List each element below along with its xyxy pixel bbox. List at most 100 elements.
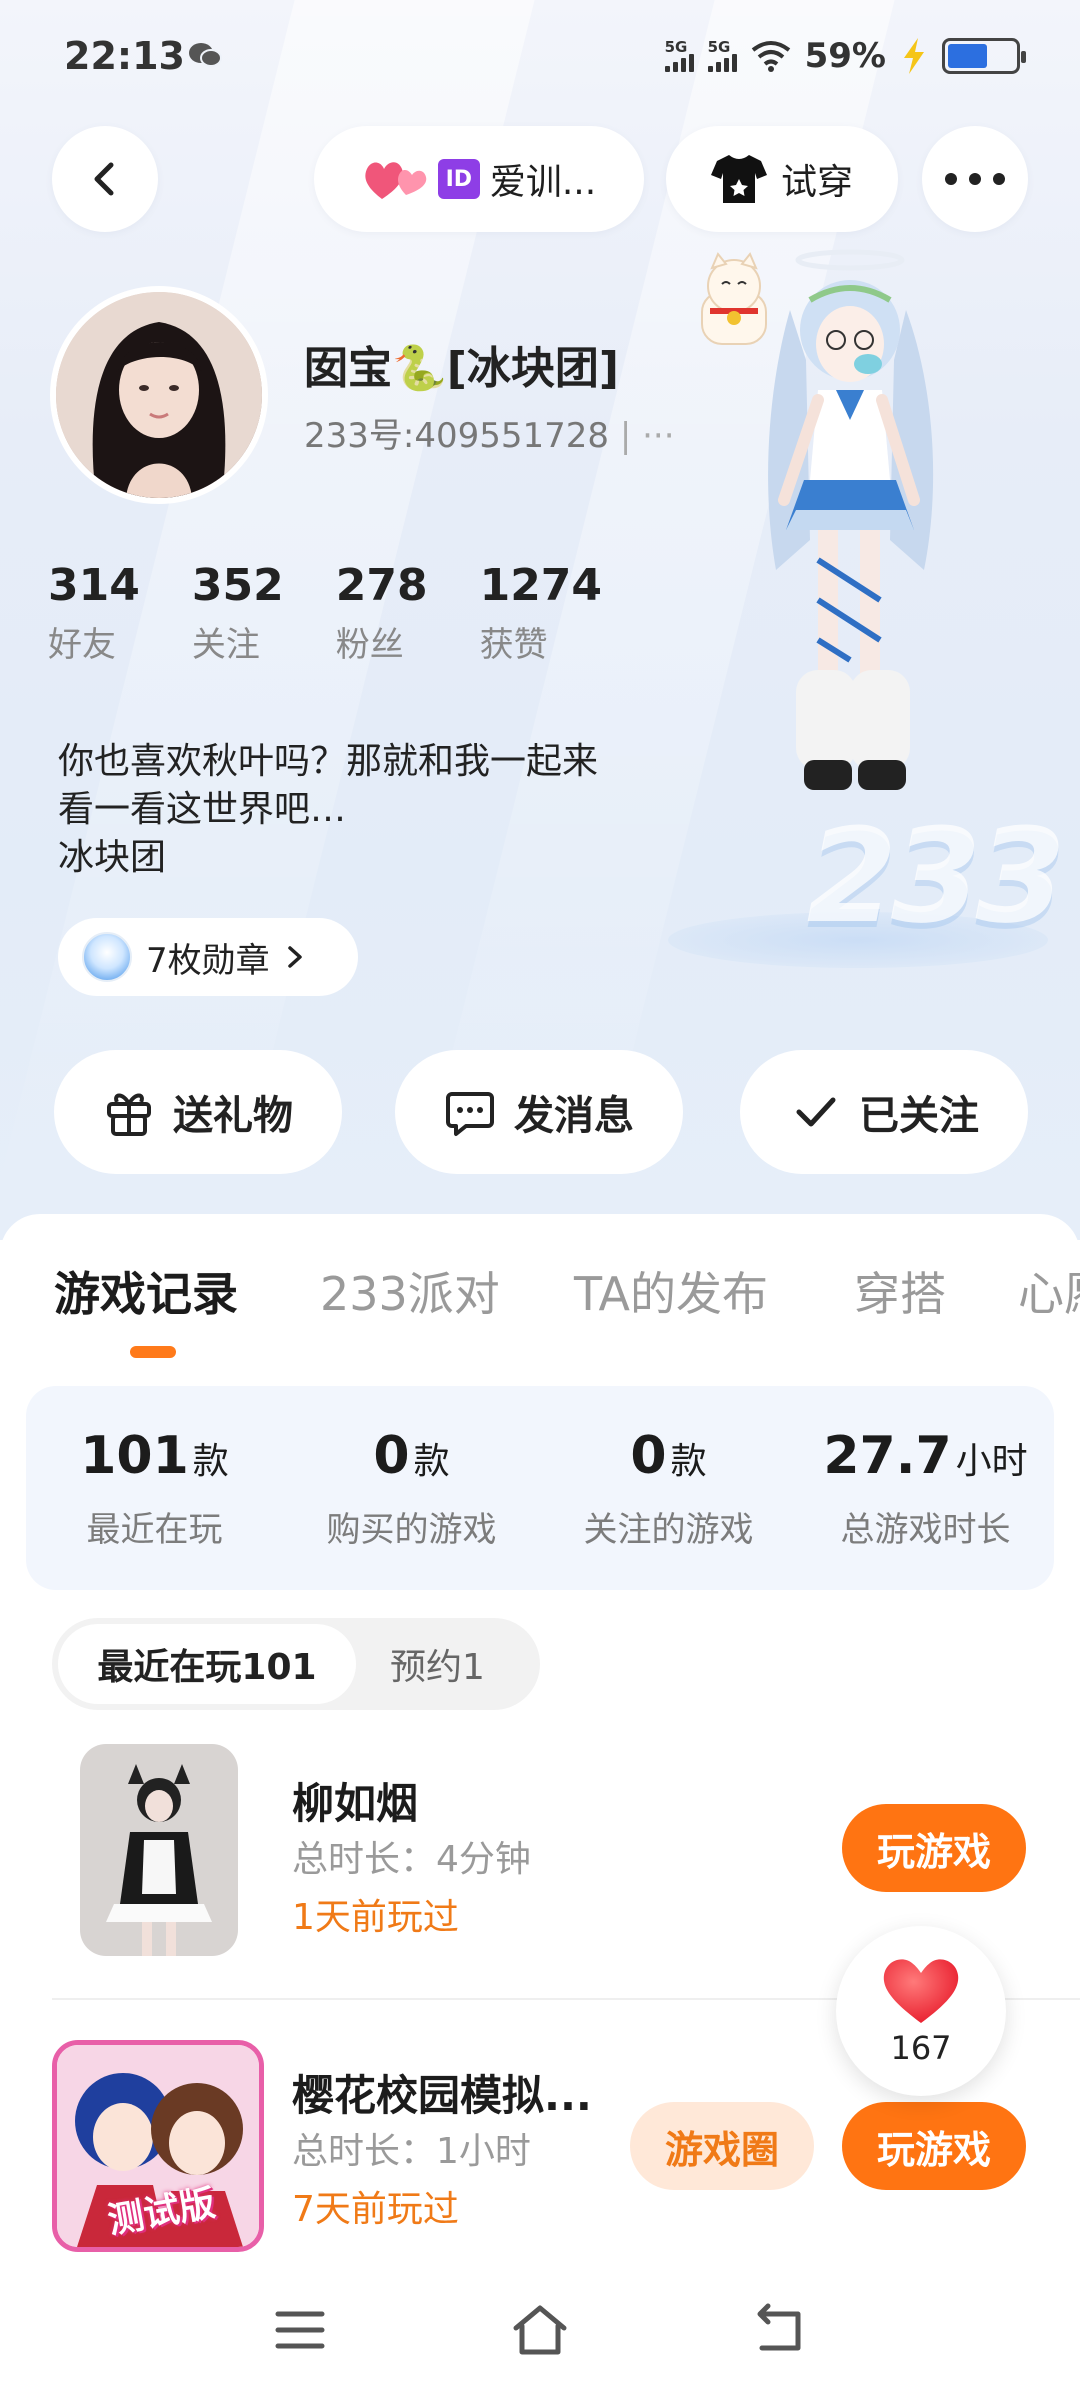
user-id-line[interactable]: 233号:409551728 | ··· (304, 408, 675, 457)
avatar-3d-character[interactable] (700, 240, 1000, 940)
profile-actions: 送礼物 发消息 已关注 (54, 1050, 1028, 1174)
summary-purchased[interactable]: 0款 购买的游戏 (283, 1386, 540, 1590)
like-count: 167 (890, 2029, 952, 2067)
segment-reserved[interactable]: 预约1 (390, 1618, 485, 1710)
game-last-played: 1天前玩过 (292, 1897, 459, 1938)
game-duration: 总时长：4分钟 (292, 1839, 531, 1880)
summary-value: 0 (630, 1425, 667, 1486)
hearts-icon (365, 162, 427, 199)
chevron-right-icon (287, 946, 302, 968)
game-circle-button[interactable]: 游戏圈 (630, 2102, 814, 2190)
home-icon[interactable] (508, 2298, 572, 2362)
following-label: 已关注 (859, 1093, 979, 1139)
tab-game-records[interactable]: 游戏记录 (54, 1258, 238, 1324)
active-tab-indicator (130, 1346, 176, 1358)
segment-recent[interactable]: 最近在玩101 (58, 1624, 356, 1704)
try-on-button[interactable]: 试穿 (666, 126, 898, 232)
stat-friends[interactable]: 314 好友 (48, 560, 140, 666)
stat-label: 好友 (48, 625, 116, 665)
summary-recent[interactable]: 101 款 最近在玩 (26, 1386, 283, 1590)
club-label: 爱训... (489, 162, 597, 203)
top-navigation: ID 爱训... 试穿 (52, 126, 1028, 232)
following-button[interactable]: 已关注 (740, 1050, 1028, 1174)
tab-233-party[interactable]: 233派对 (320, 1258, 500, 1324)
summary-followed[interactable]: 0款 关注的游戏 (540, 1386, 797, 1590)
network-type-2: 5G (707, 38, 731, 56)
game-duration: 总时长：1小时 (292, 2131, 531, 2172)
stat-following[interactable]: 352 关注 (192, 560, 284, 666)
summary-unit: 小时 (955, 1440, 1028, 1482)
like-floating-button[interactable]: 167 (836, 1926, 1006, 2096)
battery-percent: 59% (804, 36, 886, 76)
play-game-button[interactable]: 玩游戏 (842, 2102, 1026, 2190)
back-nav-icon[interactable] (748, 2298, 812, 2362)
more-button[interactable] (922, 126, 1028, 232)
heart-icon (883, 1959, 959, 2023)
profile-stats: 314 好友 352 关注 278 粉丝 1274 获赞 (48, 560, 602, 666)
stat-likes[interactable]: 1274 获赞 (480, 560, 602, 666)
menu-icon[interactable] (268, 2298, 332, 2362)
stat-label: 粉丝 (335, 625, 404, 665)
game-last-played: 7天前玩过 (292, 2189, 459, 2230)
battery-fill (948, 44, 987, 68)
check-icon (796, 1097, 836, 1127)
summary-caption: 最近在玩 (86, 1509, 223, 1550)
status-indicators: 5G 5G 59% (664, 36, 1026, 76)
stat-value: 1274 (479, 560, 603, 611)
more-dots-icon (945, 173, 1005, 185)
stat-value: 314 (48, 560, 140, 611)
wechat-icon (189, 43, 222, 67)
back-button[interactable] (52, 126, 158, 232)
summary-unit: 款 (192, 1440, 229, 1482)
gift-icon (107, 1093, 151, 1136)
try-on-label: 试穿 (780, 162, 853, 203)
medals-button[interactable]: 7枚勋章 (58, 918, 358, 996)
wifi-icon (751, 41, 790, 72)
medal-icon (82, 932, 132, 982)
send-message-label: 发消息 (514, 1093, 634, 1139)
tab-wishes[interactable]: 心愿 (1018, 1258, 1080, 1324)
tab-outfits[interactable]: 穿搭 (854, 1258, 946, 1324)
profile-tabs: 游戏记录 233派对 TA的发布 穿搭 心愿 (0, 1258, 1080, 1358)
send-message-button[interactable]: 发消息 (395, 1050, 683, 1174)
summary-caption: 购买的游戏 (326, 1509, 497, 1550)
user-id-more[interactable]: | ··· (620, 416, 675, 456)
game-icon (80, 1744, 238, 1956)
summary-value: 0 (373, 1425, 410, 1486)
summary-caption: 关注的游戏 (583, 1509, 754, 1550)
game-summary: 101 款 最近在玩 0款 购买的游戏 0款 关注的游戏 27.7 小时 总游戏时长 (26, 1386, 1054, 1590)
club-button[interactable]: ID 爱训... (314, 126, 644, 232)
send-gift-label: 送礼物 (173, 1093, 293, 1139)
status-time: 22:13 (64, 34, 185, 78)
summary-value: 101 (80, 1425, 189, 1486)
stat-value: 278 (335, 560, 428, 611)
summary-caption: 总游戏时长 (840, 1509, 1011, 1550)
summary-value: 27.7 (823, 1425, 952, 1486)
play-game-button[interactable]: 玩游戏 (842, 1804, 1026, 1892)
summary-unit: 款 (413, 1440, 450, 1482)
game-title: 柳如烟 (292, 1779, 419, 1828)
charging-icon (904, 38, 924, 74)
signal-2-icon: 5G (707, 38, 737, 72)
nickname-text: 囡宝🐍[冰块团] (304, 343, 620, 394)
send-gift-button[interactable]: 送礼物 (54, 1050, 342, 1174)
stat-label: 关注 (191, 625, 260, 665)
game-title: 樱花校园模拟... (292, 2071, 592, 2120)
user-bio: 你也喜欢秋叶吗？那就和我一起来 看一看这世界吧… 冰块团 (58, 741, 599, 878)
system-navigation-bar (0, 2272, 1080, 2388)
tab-posts[interactable]: TA的发布 (574, 1258, 768, 1324)
chevron-left-icon (94, 162, 114, 196)
game-icon: 测试版 (52, 2040, 264, 2252)
avatar-photo (56, 292, 262, 498)
summary-playtime[interactable]: 27.7 小时 总游戏时长 (797, 1386, 1054, 1590)
stat-fans[interactable]: 278 粉丝 (336, 560, 428, 666)
network-type-1: 5G (664, 38, 688, 56)
user-avatar[interactable] (50, 286, 268, 504)
user-id: 233号:409551728 (304, 416, 610, 456)
stat-label: 获赞 (479, 625, 548, 665)
tshirt-icon (710, 155, 767, 203)
status-bar: 22:13 5G 5G 59% (0, 0, 1080, 110)
id-badge: ID (437, 159, 480, 199)
medals-label: 7枚勋章 (146, 940, 270, 981)
stat-value: 352 (191, 560, 284, 611)
